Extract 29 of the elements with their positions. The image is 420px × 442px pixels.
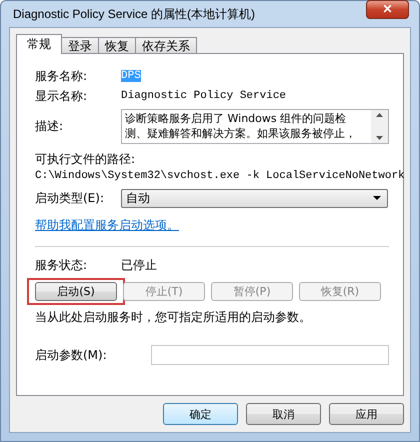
dialog-button[interactable]: 取消	[246, 403, 321, 425]
field-label: 描述:	[35, 118, 64, 134]
dialog-button[interactable]: 应用	[329, 403, 404, 425]
scroll-down-icon[interactable]	[376, 136, 383, 140]
scroll-up-icon[interactable]	[376, 112, 383, 116]
help-link[interactable]: 帮助我配置服务启动选项。	[35, 216, 179, 234]
field-label: 服务名称:	[35, 68, 88, 84]
tab[interactable]: 依存关系	[135, 37, 197, 54]
field-label: 服务状态:	[35, 257, 88, 274]
field-label: 显示名称:	[35, 88, 88, 104]
status-value: 已停止	[121, 257, 157, 274]
dropdown-arrow-icon	[373, 196, 381, 200]
field-label: 启动类型(E):	[35, 190, 105, 206]
description-box[interactable]: 诊断策略服务启用了 Windows 组件的问题检测、疑难解答和解决方案。如果该服务被停止，	[121, 108, 389, 144]
hint-text: 当从此处启动服务时，您可指定所适用的启动参数。	[35, 309, 312, 326]
startup-type-dropdown[interactable]: 自动	[121, 188, 388, 208]
field-value: DPS	[121, 70, 141, 82]
close-button[interactable]: ✕	[366, 0, 409, 18]
service-control-button[interactable]: 启动(S)	[35, 282, 117, 301]
path-value: C:\Windows\System32\svchost.exe -k LocalServiceNoNetwork	[35, 170, 405, 182]
tab[interactable]: 恢复	[98, 37, 136, 54]
tab[interactable]: 登录	[61, 37, 99, 54]
field-value: Diagnostic Policy Service	[121, 90, 286, 102]
start-parameters-field[interactable]	[151, 345, 389, 365]
field-label: 启动参数(M):	[35, 346, 108, 364]
dialog-button[interactable]: 确定	[163, 403, 238, 425]
tab[interactable]: 常规	[16, 34, 62, 54]
field-label: 可执行文件的路径:	[35, 150, 136, 168]
window-title: Diagnostic Policy Service 的属性(本地计算机)	[13, 6, 256, 22]
